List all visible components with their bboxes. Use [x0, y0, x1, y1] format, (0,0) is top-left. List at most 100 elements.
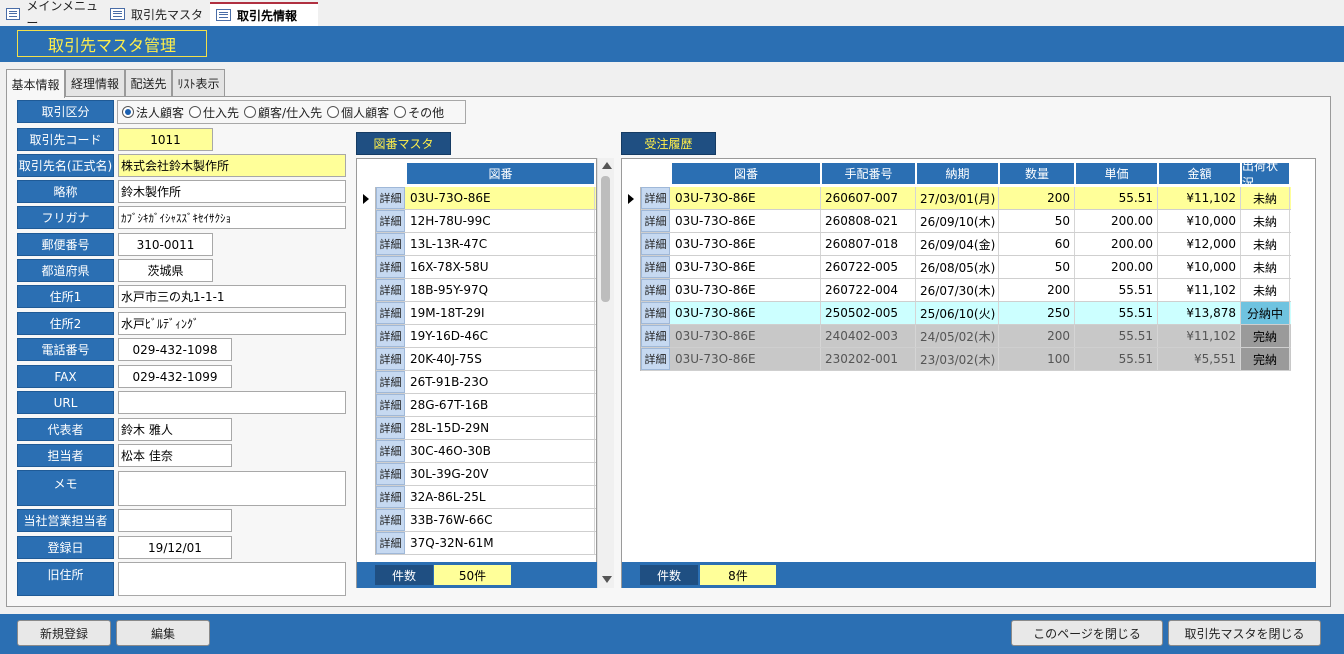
zuban-cell[interactable]: 32A-86L-25L	[406, 486, 595, 508]
orders-row[interactable]: 詳細 03U-73O-86E 260607-007 27/03/01(月) 200 55.…	[622, 187, 1291, 210]
detail-button[interactable]: 詳細	[641, 279, 670, 301]
orders-cell[interactable]: ¥5,551	[1158, 348, 1241, 370]
record-selector[interactable]	[622, 302, 641, 325]
orders-column-header[interactable]: 出荷状況	[1241, 159, 1290, 190]
tab-delivery[interactable]: 配送先	[125, 69, 172, 97]
detail-button[interactable]: 詳細	[641, 302, 670, 324]
orders-cell[interactable]: ¥10,000	[1158, 210, 1241, 232]
orders-cell[interactable]: 03U-73O-86E	[671, 256, 821, 278]
memo-field[interactable]	[118, 471, 346, 506]
zip-field[interactable]: 310-0011	[118, 233, 213, 256]
orders-cell[interactable]: 250	[999, 302, 1075, 324]
orders-cell[interactable]: 50	[999, 210, 1075, 232]
orders-row[interactable]: 詳細 03U-73O-86E 260807-018 26/09/04(金) 60 200.…	[622, 233, 1291, 256]
record-selector[interactable]	[622, 325, 641, 348]
record-selector[interactable]	[357, 417, 376, 440]
orders-cell[interactable]: 200.00	[1075, 256, 1158, 278]
orders-row[interactable]: 詳細 03U-73O-86E 260722-005 26/08/05(水) 50 200.…	[622, 256, 1291, 279]
zuban-cell[interactable]: 28L-15D-29N	[406, 417, 595, 439]
oldaddr-field[interactable]	[118, 562, 346, 596]
tel-field[interactable]: 029-432-1098	[118, 338, 232, 361]
radio-supplier[interactable]: 仕入先	[189, 104, 239, 121]
doc-tab-customer-info[interactable]: 取引先情報	[210, 2, 318, 26]
detail-button[interactable]: 詳細	[376, 463, 405, 485]
record-selector[interactable]	[357, 187, 376, 210]
orders-cell[interactable]: 26/09/04(金)	[916, 233, 999, 255]
new-record-button[interactable]: 新規登録	[17, 620, 111, 646]
orders-cell[interactable]: 60	[999, 233, 1075, 255]
orders-cell[interactable]: 03U-73O-86E	[671, 302, 821, 324]
orders-cell[interactable]: ¥10,000	[1158, 256, 1241, 278]
record-selector[interactable]	[357, 440, 376, 463]
orders-cell[interactable]: 230202-001	[821, 348, 916, 370]
record-selector[interactable]	[622, 256, 641, 279]
zuban-cell[interactable]: 20K-40J-75S	[406, 348, 595, 370]
zuban-row[interactable]: 詳細 20K-40J-75S	[357, 348, 596, 371]
url-field[interactable]	[118, 391, 346, 414]
short-field[interactable]: 鈴木製作所	[118, 180, 346, 203]
orders-column-header[interactable]: 納期	[916, 162, 999, 185]
orders-cell[interactable]: 26/08/05(水)	[916, 256, 999, 278]
record-selector[interactable]	[357, 348, 376, 371]
orders-cell[interactable]: 55.51	[1075, 279, 1158, 301]
doc-tab-customer-master[interactable]: 取引先マスタ	[104, 2, 210, 26]
radio-customer-supplier[interactable]: 顧客/仕入先	[244, 104, 322, 121]
orders-column-header[interactable]: 金額	[1158, 162, 1241, 185]
zuban-cell[interactable]: 30C-46O-30B	[406, 440, 595, 462]
radio-corporate[interactable]: 法人顧客	[122, 104, 184, 121]
pref-field[interactable]: 茨城県	[118, 259, 213, 282]
orders-cell[interactable]: 260722-005	[821, 256, 916, 278]
detail-button[interactable]: 詳細	[376, 256, 405, 278]
orders-cell[interactable]: 200	[999, 187, 1075, 209]
doc-tab-main-menu[interactable]: メインメニュー	[0, 0, 104, 30]
orders-column-header[interactable]: 手配番号	[821, 162, 916, 185]
regdate-field[interactable]: 19/12/01	[118, 536, 232, 559]
detail-button[interactable]: 詳細	[376, 371, 405, 393]
detail-button[interactable]: 詳細	[376, 187, 405, 209]
scroll-thumb[interactable]	[601, 176, 610, 302]
record-selector[interactable]	[357, 210, 376, 233]
zuban-cell[interactable]: 33B-76W-66C	[406, 509, 595, 531]
detail-button[interactable]: 詳細	[641, 187, 670, 209]
addr2-field[interactable]: 水戸ﾋﾞﾙﾃﾞｨﾝｸﾞ	[118, 312, 346, 335]
orders-cell[interactable]: ¥12,000	[1158, 233, 1241, 255]
record-selector[interactable]	[357, 256, 376, 279]
zuban-cell[interactable]: 16X-78X-58U	[406, 256, 595, 278]
orders-cell[interactable]: 03U-73O-86E	[671, 325, 821, 347]
record-selector[interactable]	[622, 187, 641, 210]
kana-field[interactable]: ｶﾌﾞｼｷｶﾞｲｼｬｽｽﾞｷｾｲｻｸｼｮ	[118, 206, 346, 229]
orders-cell[interactable]: 25/06/10(火)	[916, 302, 999, 324]
zuban-row[interactable]: 詳細 28G-67T-16B	[357, 394, 596, 417]
scroll-down-icon[interactable]	[602, 576, 612, 583]
orders-cell[interactable]: 03U-73O-86E	[671, 187, 821, 209]
orders-cell[interactable]: 55.51	[1075, 325, 1158, 347]
record-selector[interactable]	[357, 509, 376, 532]
tab-accounting[interactable]: 経理情報	[65, 69, 125, 97]
zuban-row[interactable]: 詳細 19Y-16D-46C	[357, 325, 596, 348]
detail-button[interactable]: 詳細	[376, 302, 405, 324]
orders-cell[interactable]: 55.51	[1075, 187, 1158, 209]
zuban-cell[interactable]: 37Q-32N-61M	[406, 532, 595, 554]
zuban-row[interactable]: 詳細 19M-18T-29I	[357, 302, 596, 325]
orders-cell[interactable]: 260722-004	[821, 279, 916, 301]
record-selector[interactable]	[357, 325, 376, 348]
orders-cell[interactable]: 03U-73O-86E	[671, 348, 821, 370]
orders-cell[interactable]: 240402-003	[821, 325, 916, 347]
orders-cell[interactable]: 260607-007	[821, 187, 916, 209]
detail-button[interactable]: 詳細	[376, 348, 405, 370]
orders-row[interactable]: 詳細 03U-73O-86E 240402-003 24/05/02(木) 200 55.…	[622, 325, 1291, 348]
detail-button[interactable]: 詳細	[376, 532, 405, 554]
orders-cell[interactable]: 200.00	[1075, 233, 1158, 255]
orders-cell[interactable]: 27/03/01(月)	[916, 187, 999, 209]
zuban-cell[interactable]: 19Y-16D-46C	[406, 325, 595, 347]
zuban-cell[interactable]: 19M-18T-29I	[406, 302, 595, 324]
orders-cell[interactable]: 200.00	[1075, 210, 1158, 232]
detail-button[interactable]: 詳細	[376, 279, 405, 301]
orders-row[interactable]: 詳細 03U-73O-86E 250502-005 25/06/10(火) 250 55.…	[622, 302, 1291, 325]
zuban-row[interactable]: 詳細 30C-46O-30B	[357, 440, 596, 463]
detail-button[interactable]: 詳細	[376, 233, 405, 255]
record-selector[interactable]	[357, 486, 376, 509]
rep-field[interactable]: 鈴木 雅人	[118, 418, 232, 441]
zuban-row[interactable]: 詳細 26T-91B-23O	[357, 371, 596, 394]
orders-cell[interactable]: ¥11,102	[1158, 187, 1241, 209]
